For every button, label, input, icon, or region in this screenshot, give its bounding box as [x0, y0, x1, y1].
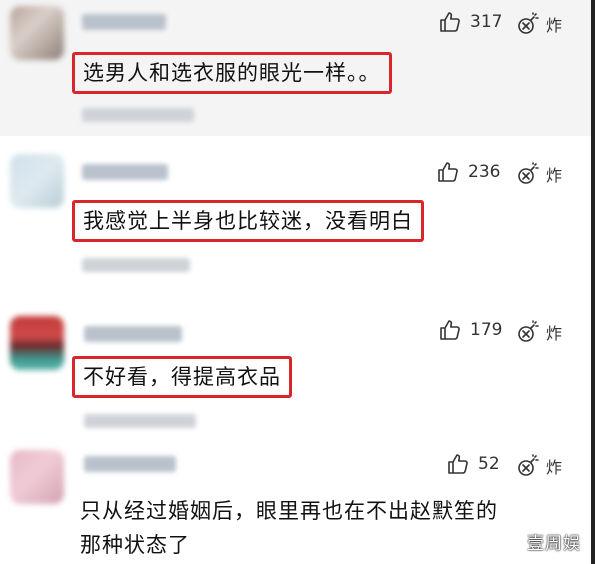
comment-meta-blurred — [84, 414, 196, 428]
comment-text-line: 只从经过婚姻后，眼里再也在不出赵默笙的 — [80, 499, 498, 523]
avatar[interactable] — [10, 450, 64, 504]
comment-text: 选男人和选衣服的眼光一样。。 — [72, 52, 392, 94]
bomb-label: 炸 — [546, 166, 563, 185]
avatar[interactable] — [10, 154, 64, 208]
comment-text: 我感觉上半身也比较迷，没看明白 — [72, 200, 424, 242]
comment-item: 52 炸 只从经过婚姻后，眼里再也在不出赵默笙的 那种状态了 壹周娱 — [0, 434, 595, 564]
bomb-icon — [518, 320, 539, 342]
bomb-icon — [518, 162, 539, 184]
comment-text: 只从经过婚姻后，眼里再也在不出赵默笙的 那种状态了 — [80, 494, 498, 562]
thumbs-up-icon — [438, 162, 458, 182]
username-blurred[interactable] — [84, 456, 176, 472]
thumbs-up-icon — [440, 12, 460, 32]
like-count: 52 — [478, 454, 500, 474]
bomb-button[interactable]: 炸 — [516, 162, 562, 186]
bomb-button[interactable]: 炸 — [516, 12, 562, 36]
username-blurred[interactable] — [84, 326, 182, 342]
watermark: 壹周娱 — [527, 534, 581, 554]
like-count: 179 — [470, 320, 503, 340]
bomb-label: 炸 — [546, 458, 563, 477]
avatar[interactable] — [10, 316, 64, 370]
username-blurred[interactable] — [82, 14, 166, 30]
comment-meta-blurred — [82, 108, 194, 122]
username-blurred[interactable] — [82, 164, 168, 180]
bomb-label: 炸 — [546, 16, 563, 35]
like-count: 236 — [468, 162, 501, 182]
thumbs-up-icon — [440, 320, 460, 340]
bomb-label: 炸 — [546, 324, 563, 343]
comment-text: 不好看，得提高衣品 — [72, 356, 292, 398]
like-button[interactable]: 179 — [438, 318, 502, 342]
comment-item: 317 炸 选男人和选衣服的眼光一样。。 — [0, 0, 595, 136]
like-button[interactable]: 52 — [446, 452, 500, 476]
bomb-button[interactable]: 炸 — [516, 320, 562, 344]
comment-item: 179 炸 不好看，得提高衣品 — [0, 294, 595, 434]
like-button[interactable]: 236 — [436, 160, 500, 184]
like-count: 317 — [470, 12, 503, 32]
bomb-button[interactable]: 炸 — [516, 454, 562, 478]
bomb-icon — [518, 454, 539, 476]
bomb-icon — [518, 12, 539, 34]
thumbs-up-icon — [448, 454, 468, 474]
avatar[interactable] — [10, 6, 64, 60]
like-button[interactable]: 317 — [438, 10, 502, 34]
comment-text-line: 那种状态了 — [80, 533, 190, 557]
comment-meta-blurred — [82, 258, 190, 272]
frame-border — [591, 0, 595, 564]
comment-item: 236 炸 我感觉上半身也比较迷，没看明白 — [0, 136, 595, 294]
